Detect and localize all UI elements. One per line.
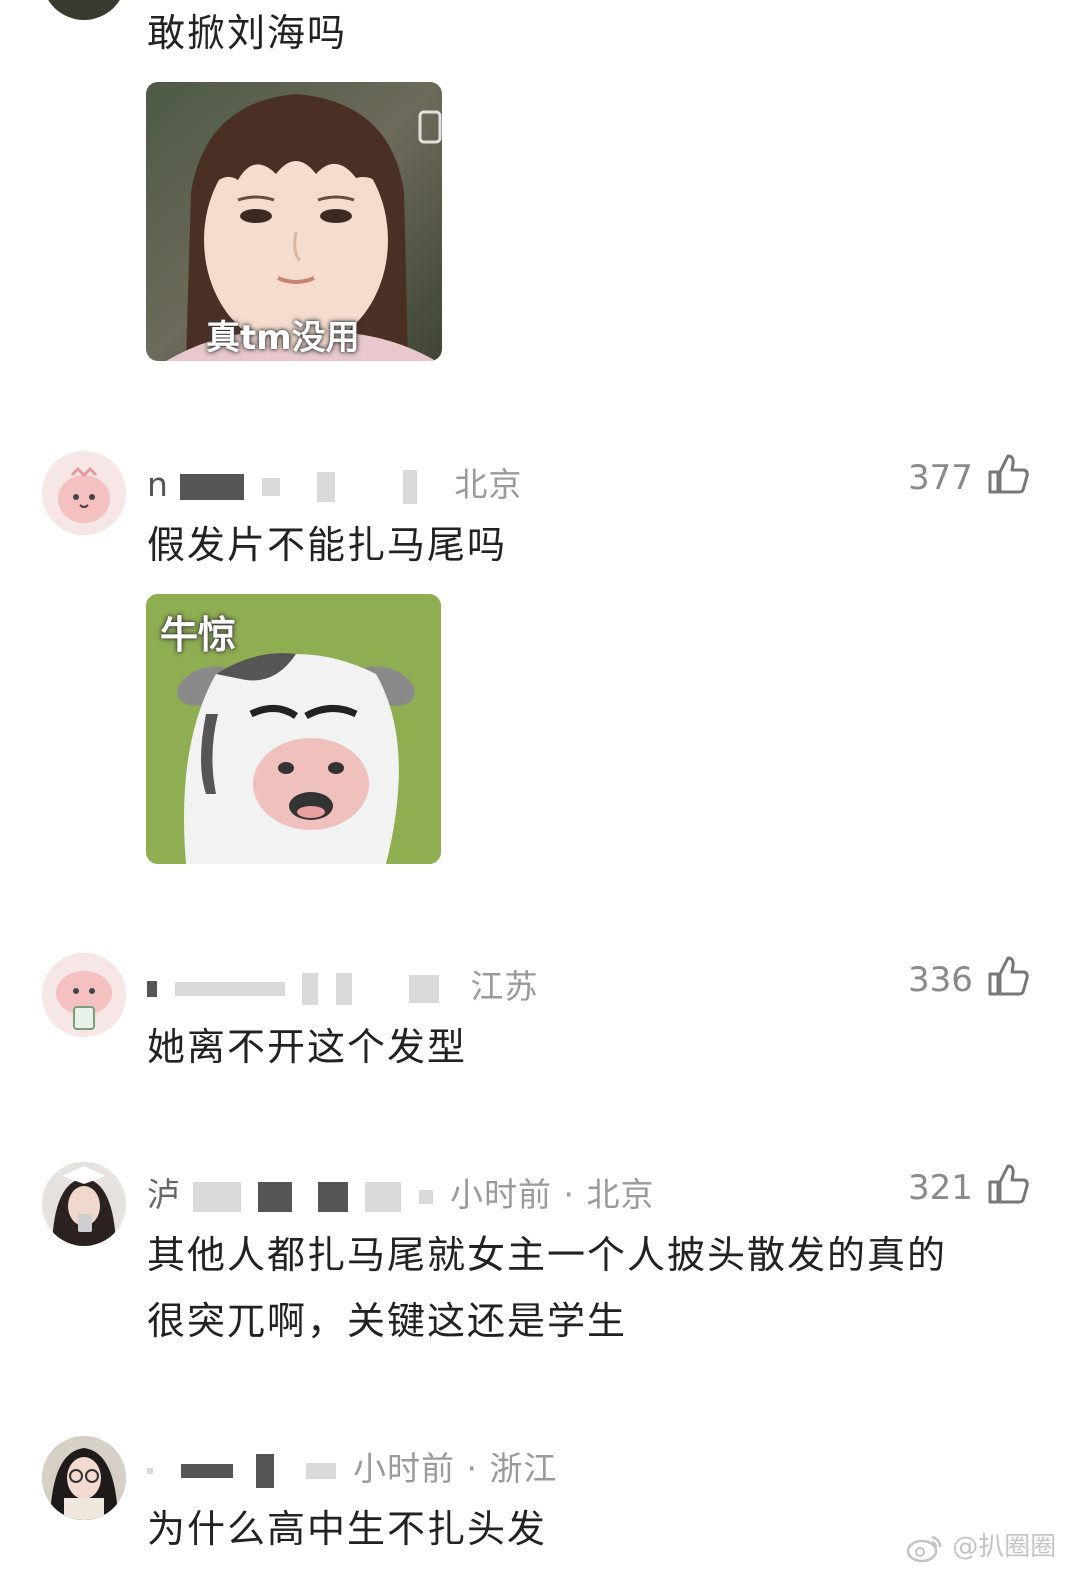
like-count: 321 — [908, 1168, 973, 1208]
comment-meta: 小时前 · 浙江 — [147, 1442, 557, 1490]
comment-text: 她离不开这个发型 — [147, 1025, 468, 1069]
sticker-caption: 牛惊 — [160, 613, 237, 657]
photo-avatar-icon — [42, 1436, 126, 1520]
comment-text: 假发片不能扎马尾吗 — [147, 523, 508, 567]
sticker-image[interactable]: 牛惊 — [146, 594, 441, 864]
cartoon-avatar-icon — [42, 451, 126, 535]
time-location: 小时前 · 北京 — [450, 1175, 655, 1214]
weibo-logo-icon — [906, 1535, 942, 1562]
thumbs-up-icon[interactable] — [986, 452, 1030, 496]
comment-meta: 江苏 — [147, 960, 539, 1008]
comment-meta: 泸 小时前 · 北京 — [147, 1168, 654, 1216]
comment-meta: n 北京 — [147, 458, 522, 506]
thumbs-up-icon[interactable] — [986, 954, 1030, 998]
comment-text: 为什么高中生不扎头发 — [147, 1507, 548, 1551]
comment-text: 敢掀刘海吗 — [147, 11, 348, 55]
avatar[interactable] — [42, 1162, 126, 1246]
avatar[interactable] — [42, 451, 126, 535]
avatar[interactable] — [42, 1436, 126, 1520]
cartoon-avatar-icon — [42, 953, 126, 1037]
avatar[interactable] — [42, 0, 126, 20]
like-count: 377 — [908, 458, 973, 498]
location-label: 江苏 — [470, 967, 539, 1006]
location-label: 北京 — [454, 465, 523, 504]
watermark: @扒圈圈 — [906, 1526, 1056, 1563]
avatar[interactable] — [42, 953, 126, 1037]
watermark-text: @扒圈圈 — [952, 1532, 1057, 1562]
sticker-image[interactable]: 真tm没用 — [146, 82, 442, 361]
time-location: 小时前 · 浙江 — [353, 1449, 558, 1488]
username[interactable]: 泸 — [147, 1175, 181, 1214]
thumbs-up-icon[interactable] — [986, 1162, 1030, 1206]
sticker-caption: 真tm没用 — [206, 318, 360, 358]
comment-text-line: 很突兀啊，关键这还是学生 — [147, 1299, 628, 1343]
comment-text-line: 其他人都扎马尾就女主一个人披头散发的真的 — [147, 1233, 948, 1277]
like-count: 336 — [908, 960, 973, 1000]
photo-avatar-icon — [42, 1162, 126, 1246]
username[interactable]: n — [147, 465, 169, 504]
